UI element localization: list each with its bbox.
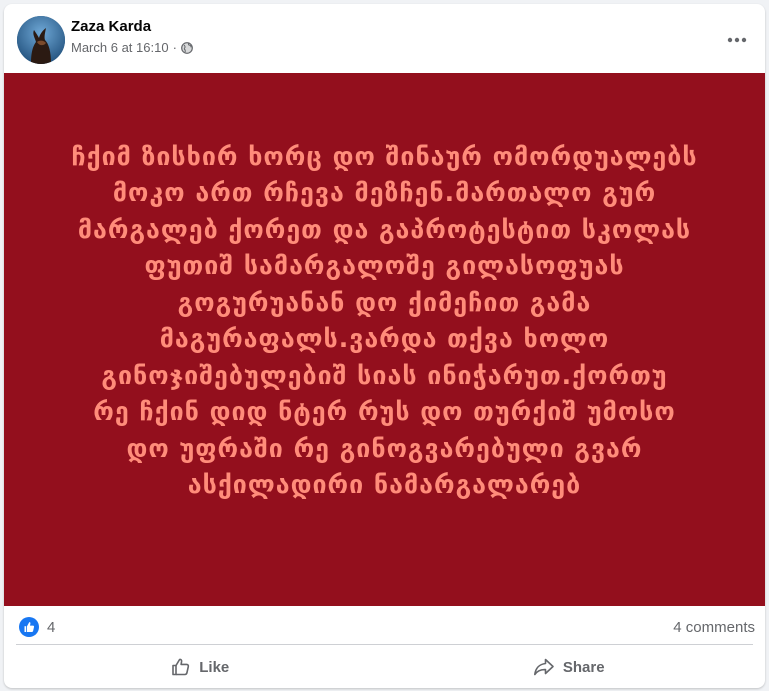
post-actions: Like Share (16, 649, 753, 685)
reactions-count[interactable]: 4 (47, 619, 55, 636)
like-button-label: Like (199, 658, 230, 676)
thumbs-up-icon (172, 658, 190, 676)
avatar-image (17, 16, 65, 64)
globe-icon[interactable] (181, 41, 193, 54)
share-button[interactable]: Share (385, 649, 754, 685)
meta-separator: · (172, 40, 177, 55)
more-options-button[interactable] (719, 22, 755, 58)
post-card: Zaza Karda March 6 at 16:10 · ჩქიმ ზისხი (4, 4, 765, 688)
post-text: ჩქიმ ზისხირ ხორც დო შინაურ ომორდუალებს მ… (71, 141, 698, 500)
post-meta: March 6 at 16:10 · (71, 40, 193, 55)
post-header: Zaza Karda March 6 at 16:10 · (4, 4, 765, 72)
share-icon (533, 658, 554, 676)
like-reaction-icon[interactable] (19, 617, 39, 637)
share-button-label: Share (562, 658, 605, 676)
actions-divider (16, 644, 753, 645)
avatar[interactable] (17, 16, 65, 64)
author-name[interactable]: Zaza Karda (71, 18, 151, 35)
post-content-background: ჩქიმ ზისხირ ხორც დო შინაურ ომორდუალებს მ… (4, 73, 765, 606)
post-stats: 4 4 comments (4, 610, 765, 646)
like-button[interactable]: Like (16, 649, 385, 685)
comments-count-link[interactable]: 4 comments (673, 619, 755, 636)
post-timestamp[interactable]: March 6 at 16:10 (71, 40, 169, 55)
more-options-icon (727, 37, 747, 43)
